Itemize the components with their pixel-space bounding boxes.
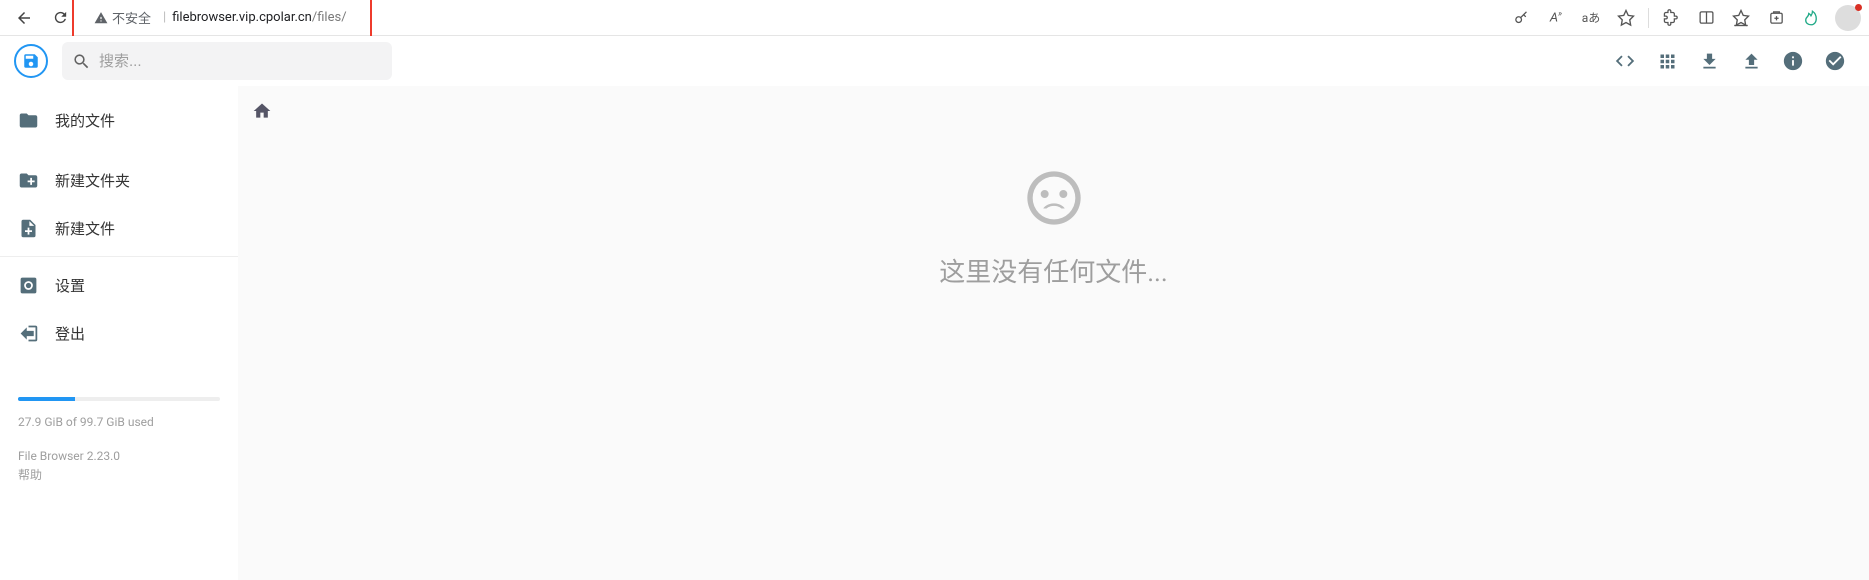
address-bar[interactable]: 不安全 | filebrowser.vip.cpolar.cn/files/ bbox=[80, 4, 1500, 32]
empty-state: 这里没有任何文件... bbox=[238, 136, 1869, 580]
select-all-icon[interactable] bbox=[1823, 49, 1847, 73]
info-icon[interactable] bbox=[1781, 49, 1805, 73]
search-container bbox=[62, 42, 392, 80]
security-indicator[interactable]: 不安全 bbox=[88, 8, 157, 27]
grid-view-icon[interactable] bbox=[1655, 49, 1679, 73]
storage-progress bbox=[18, 397, 220, 401]
download-icon[interactable] bbox=[1697, 49, 1721, 73]
new-folder-icon bbox=[18, 170, 39, 191]
search-icon bbox=[72, 52, 91, 71]
sidebar-item-my-files[interactable]: 我的文件 bbox=[0, 96, 238, 144]
browser-back-button[interactable] bbox=[8, 4, 40, 32]
sidebar-item-label: 我的文件 bbox=[55, 110, 115, 131]
key-icon[interactable] bbox=[1504, 4, 1538, 32]
folder-icon bbox=[18, 110, 39, 131]
profile-avatar[interactable] bbox=[1835, 5, 1861, 31]
extensions-icon[interactable] bbox=[1654, 4, 1688, 32]
storage-text: 27.9 GiB of 99.7 GiB used bbox=[18, 415, 220, 429]
url-text: filebrowser.vip.cpolar.cn/files/ bbox=[172, 10, 346, 25]
translate-icon[interactable]: aあ bbox=[1574, 4, 1608, 32]
app-topbar bbox=[0, 36, 1869, 86]
main-content: 这里没有任何文件... bbox=[238, 36, 1869, 580]
favorite-icon[interactable] bbox=[1609, 4, 1643, 32]
sidebar-item-label: 设置 bbox=[55, 275, 85, 296]
sidebar-item-label: 登出 bbox=[55, 323, 85, 344]
browser-refresh-button[interactable] bbox=[44, 4, 76, 32]
collections-icon[interactable] bbox=[1759, 4, 1793, 32]
toggle-shell-icon[interactable] bbox=[1613, 49, 1637, 73]
sad-face-icon bbox=[1022, 166, 1086, 234]
browser-chrome: 不安全 | filebrowser.vip.cpolar.cn/files/ A… bbox=[0, 0, 1869, 36]
help-link[interactable]: 帮助 bbox=[18, 466, 220, 483]
search-input[interactable] bbox=[99, 53, 382, 70]
address-separator: | bbox=[163, 10, 166, 25]
breadcrumb-home[interactable] bbox=[252, 101, 272, 125]
favorites-bar-icon[interactable] bbox=[1724, 4, 1758, 32]
breadcrumb bbox=[238, 90, 1869, 136]
logout-icon bbox=[18, 323, 39, 344]
version-text: File Browser 2.23.0 bbox=[18, 449, 220, 463]
performance-icon[interactable] bbox=[1794, 4, 1828, 32]
sidebar-item-label: 新建文件夹 bbox=[55, 170, 130, 191]
upload-icon[interactable] bbox=[1739, 49, 1763, 73]
sidebar: 我的文件 新建文件夹 新建文件 设置 登出 27.9 GiB of 99.7 G… bbox=[0, 36, 238, 580]
new-file-icon bbox=[18, 218, 39, 239]
sidebar-item-logout[interactable]: 登出 bbox=[0, 309, 238, 357]
sidebar-item-label: 新建文件 bbox=[55, 218, 115, 239]
empty-message: 这里没有任何文件... bbox=[939, 252, 1168, 289]
settings-icon bbox=[18, 275, 39, 296]
read-aloud-icon[interactable]: A» bbox=[1539, 4, 1573, 32]
sidebar-item-new-folder[interactable]: 新建文件夹 bbox=[0, 156, 238, 204]
sidebar-item-settings[interactable]: 设置 bbox=[0, 261, 238, 309]
app-logo[interactable] bbox=[14, 44, 48, 78]
split-screen-icon[interactable] bbox=[1689, 4, 1723, 32]
security-label: 不安全 bbox=[112, 8, 151, 27]
sidebar-item-new-file[interactable]: 新建文件 bbox=[0, 204, 238, 252]
home-icon bbox=[252, 101, 272, 121]
